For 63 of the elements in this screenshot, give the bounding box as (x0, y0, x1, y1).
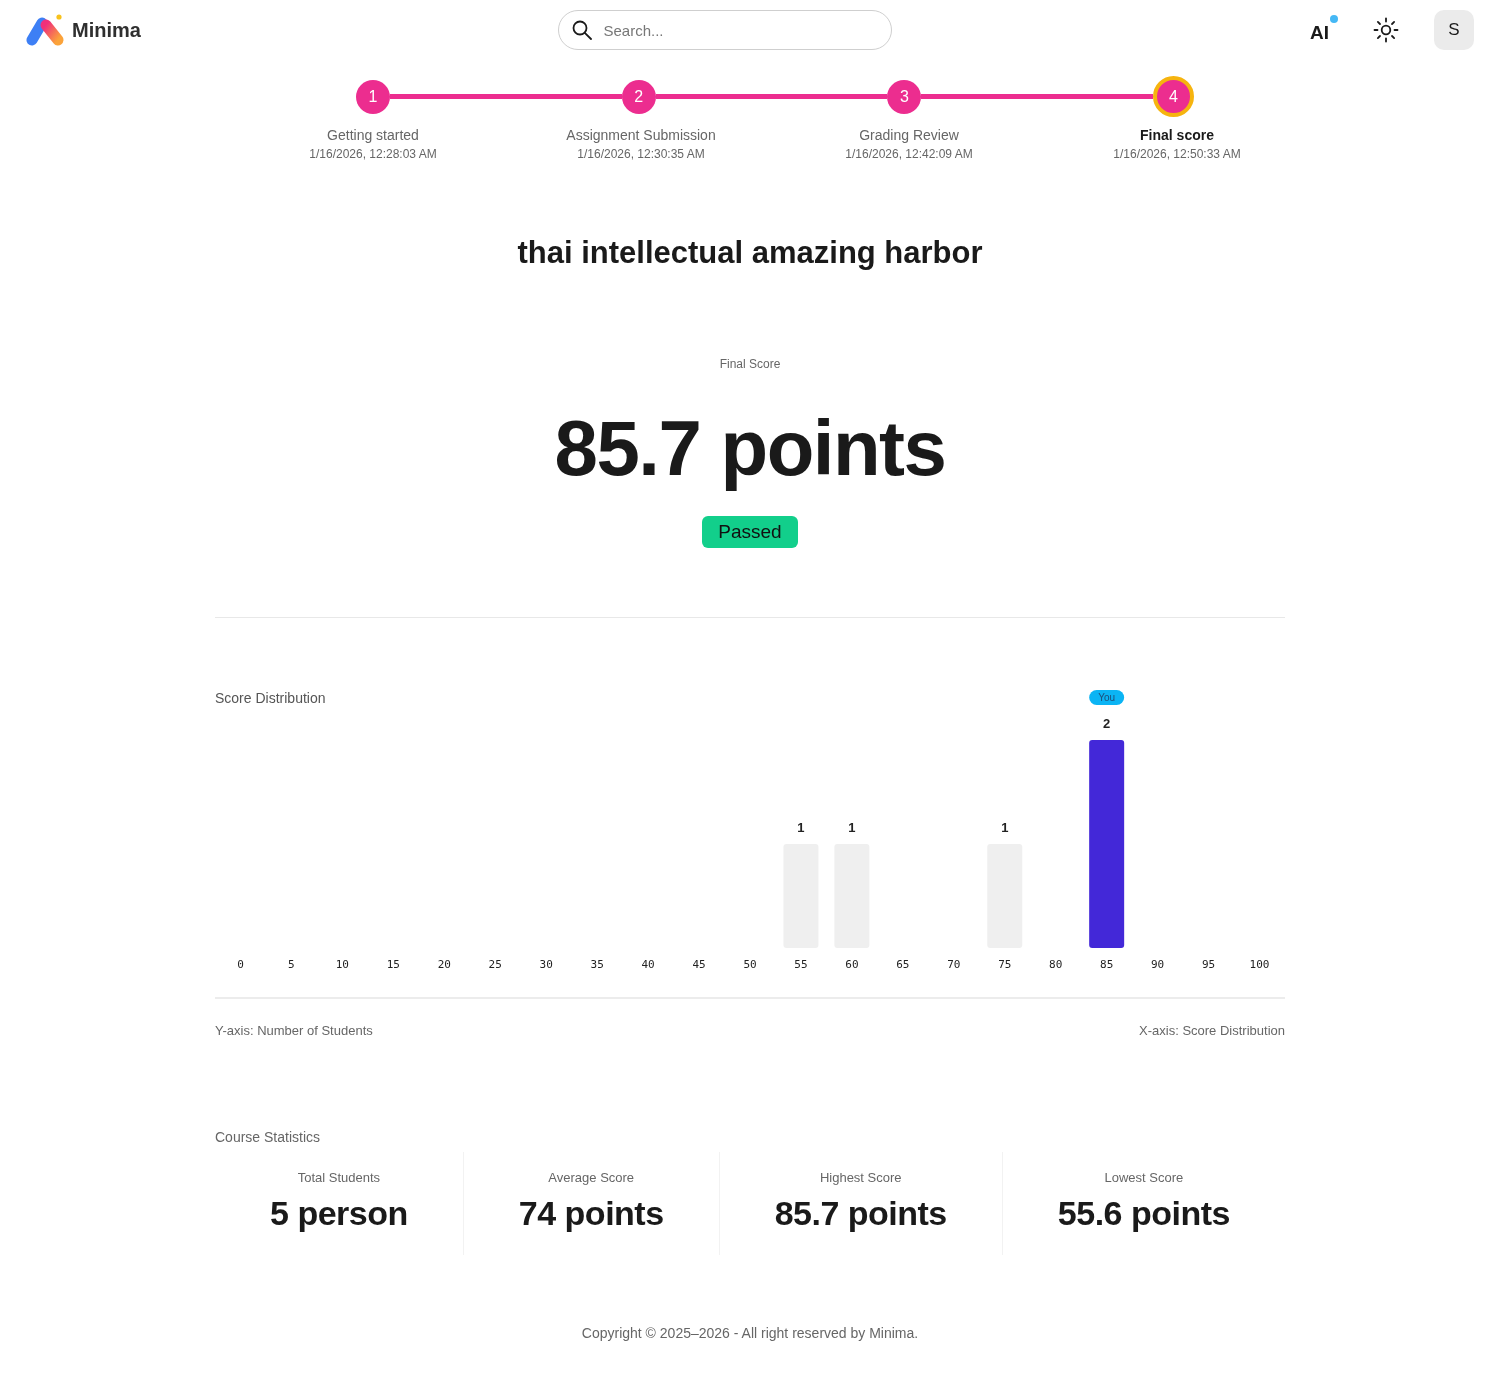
bar-value-label: 1 (848, 820, 856, 835)
search-icon (572, 20, 593, 40)
axis-tick-label: 35 (590, 958, 604, 971)
axis-tick-label: 70 (947, 958, 961, 971)
axis-tick-label: 55 (794, 958, 808, 971)
theme-toggle-button[interactable] (1373, 17, 1399, 43)
axis-tick-label: 90 (1151, 958, 1165, 971)
stat-label: Highest Score (819, 1170, 902, 1186)
step-date: 1/16/2026, 12:42:09 AM (845, 146, 973, 163)
axis-tick-label: 0 (237, 958, 244, 971)
step-date: 1/16/2026, 12:30:35 AM (577, 146, 705, 163)
assignment-title: thai intellectual amazing harbor (517, 234, 983, 272)
step-label: Grading Review (859, 126, 959, 145)
chart-title: Score Distribution (215, 690, 326, 706)
score-label: Final Score (719, 356, 781, 372)
bar-value-label: 2 (1103, 716, 1111, 731)
stat-value: 5 person (270, 1193, 408, 1233)
step-label: Final score (1140, 126, 1214, 145)
axis-tick-label: 95 (1201, 958, 1216, 971)
stat-value: 55.6 points (1057, 1193, 1230, 1233)
step-date: 1/16/2026, 12:50:33 AM (1113, 146, 1241, 163)
step-marker: 2 (621, 79, 656, 114)
step-label: Getting started (327, 126, 419, 145)
axis-tick-label: 10 (335, 958, 349, 971)
copyright-text: Copyright © 2025–2026 - All right reserved by Minima. (581, 1324, 919, 1343)
axis-tick-label: 100 (1249, 958, 1270, 971)
final-score: 85.7 points (554, 403, 946, 493)
avatar-button[interactable]: S (1434, 10, 1474, 50)
step-label: Assignment Submission (566, 126, 716, 145)
axis-tick-label: 65 (896, 958, 910, 971)
axis-tick-label: 80 (1049, 958, 1063, 971)
axis-tick-label: 40 (641, 958, 655, 971)
stat-value: 85.7 points (774, 1193, 947, 1233)
axis-tick-label: 85 (1100, 958, 1114, 971)
step-marker: 3 (887, 79, 922, 114)
step-marker: 1 (356, 79, 390, 114)
y-axis-note: Y-axis: Number of Students (215, 1022, 373, 1040)
axis-tick-label: 75 (998, 958, 1012, 971)
axis-tick-label: 45 (692, 958, 706, 971)
stat-label: Lowest Score (1104, 1170, 1184, 1186)
stat-label: Total Students (297, 1170, 381, 1186)
status-badge: Passed (702, 516, 798, 548)
sun-icon (1373, 17, 1399, 43)
axis-tick-label: 60 (845, 958, 859, 971)
logo-link[interactable]: Minima (26, 14, 141, 46)
axis-tick-label: 5 (288, 958, 295, 971)
axis-tick-label: 15 (386, 958, 400, 971)
bar-value-label: 1 (797, 820, 805, 835)
search-field[interactable]: Search... (558, 10, 893, 50)
axis-tick-label: 50 (743, 958, 757, 971)
axis-tick-label: 25 (488, 958, 502, 971)
section-title: Course Statistics (215, 1128, 321, 1147)
bar-value-label: 1 (1001, 820, 1009, 835)
axis-tick-label: 20 (437, 958, 451, 971)
stat-label: Average Score (548, 1170, 635, 1186)
you-badge: You (1089, 690, 1125, 705)
axis-tick-label: 30 (539, 958, 553, 971)
stat-value: 74 points (518, 1193, 664, 1233)
step-marker: 4 (1153, 76, 1194, 117)
x-axis-note: X-axis: Score Distribution (1139, 1022, 1285, 1040)
logo-icon (26, 14, 66, 46)
step-date: 1/16/2026, 12:28:03 AM (309, 146, 437, 163)
ai-button[interactable]: AI (1310, 15, 1338, 45)
